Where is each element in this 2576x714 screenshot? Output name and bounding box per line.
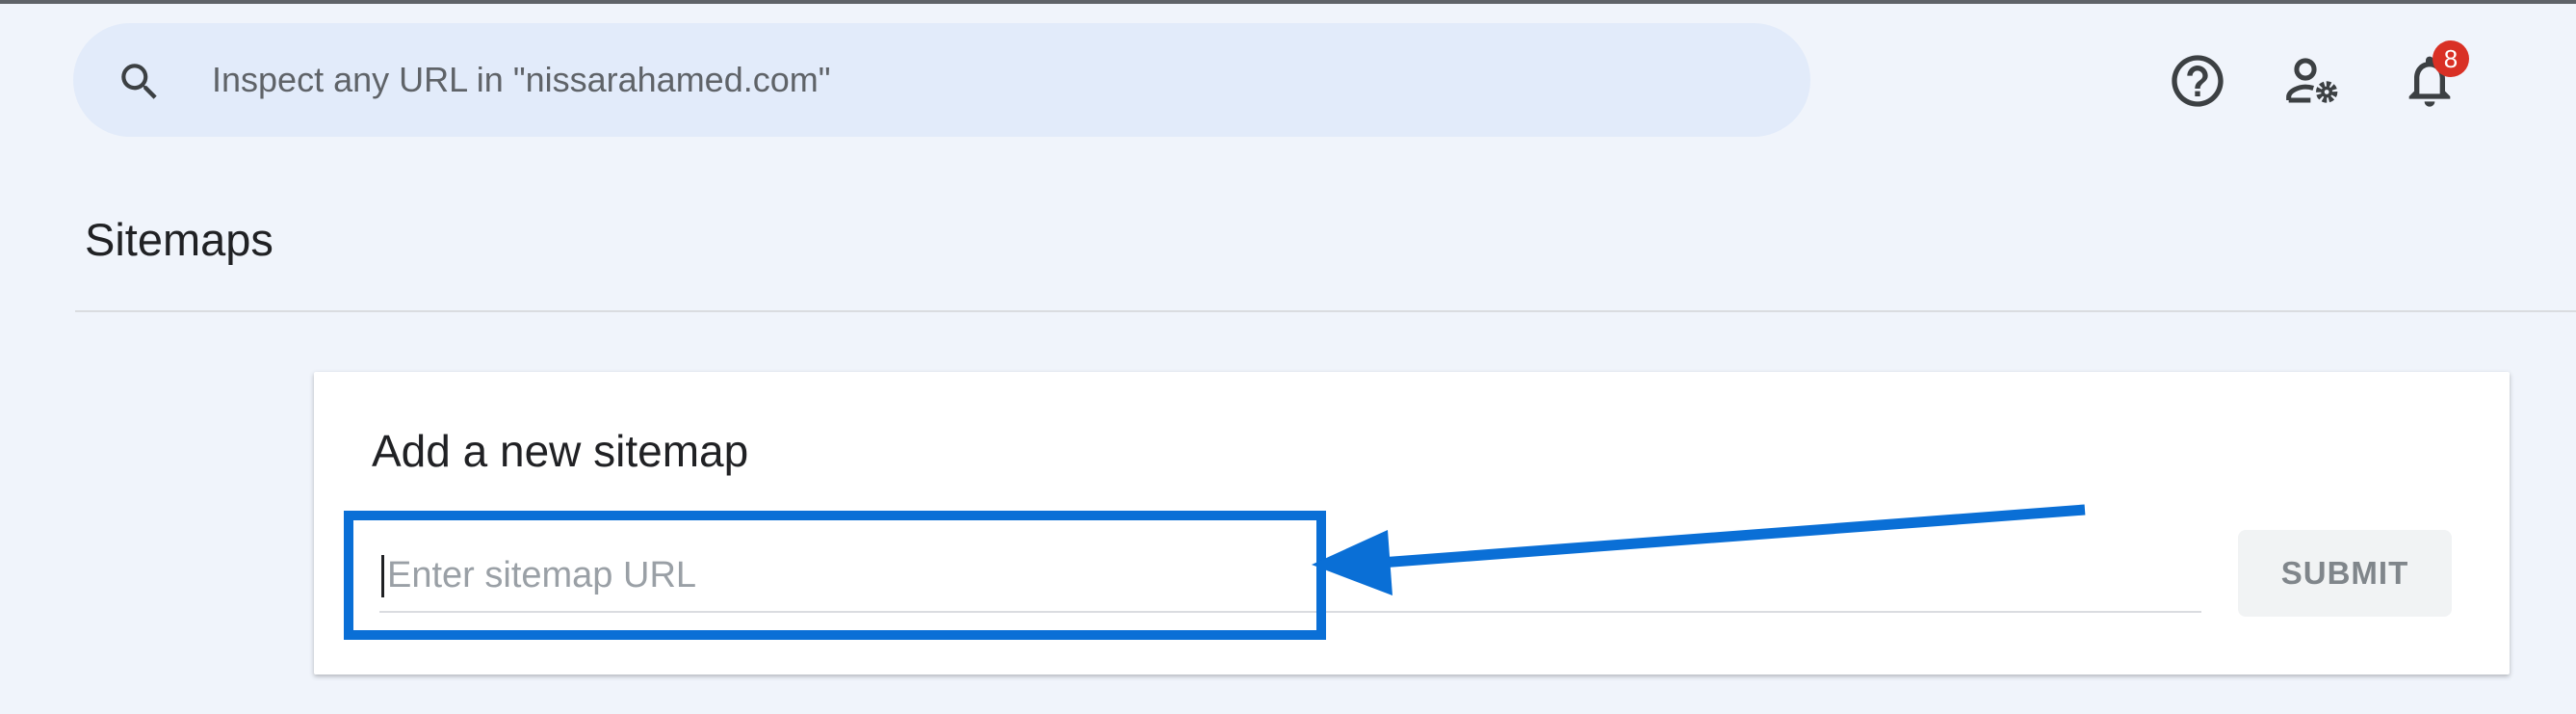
header-divider [75, 310, 2576, 312]
window-top-border [0, 0, 2576, 4]
add-sitemap-heading: Add a new sitemap [372, 426, 749, 476]
notification-count-badge: 8 [2433, 40, 2469, 77]
search-icon[interactable] [116, 58, 164, 106]
url-inspection-input[interactable] [212, 23, 1753, 137]
admin-settings-icon[interactable] [2282, 50, 2344, 112]
submit-button[interactable]: SUBMIT [2238, 530, 2452, 617]
annotation-highlight-box [344, 511, 1326, 640]
url-inspection-search-bar[interactable] [73, 23, 1810, 137]
help-icon[interactable] [2167, 50, 2228, 112]
page-title: Sitemaps [85, 214, 273, 265]
